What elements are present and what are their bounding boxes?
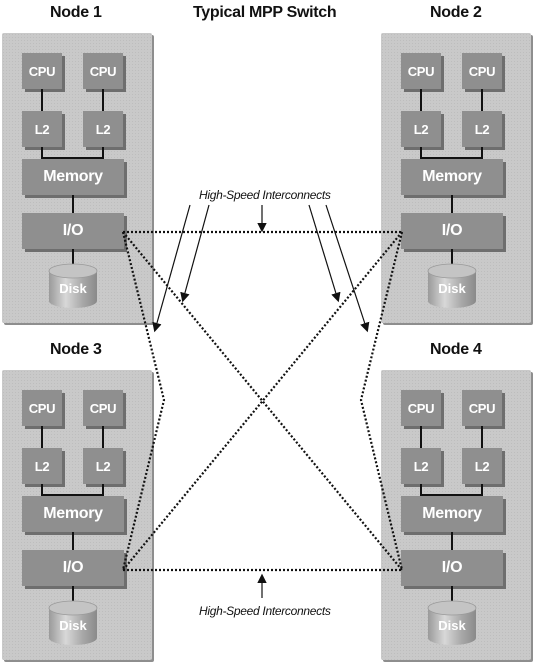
- annotation-arrow-3: [308, 204, 341, 303]
- interconnect-link-6: [359, 231, 404, 571]
- annotation-arrow-4: [325, 204, 370, 333]
- interconnect-link-5: [121, 231, 166, 571]
- interconnect-lines: [121, 204, 404, 598]
- annotation-arrow-2: [180, 204, 210, 303]
- annotation-arrow-1: [152, 204, 191, 333]
